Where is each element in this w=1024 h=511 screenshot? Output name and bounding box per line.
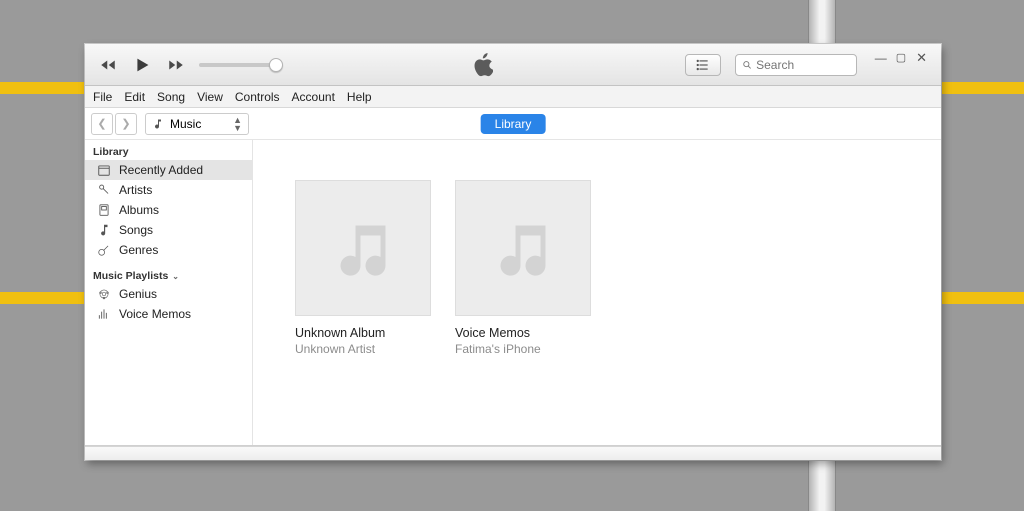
maximize-button[interactable]: ▢ xyxy=(896,51,906,64)
album-title: Unknown Album xyxy=(295,326,435,340)
player-toolbar: — ▢ ✕ xyxy=(85,44,941,86)
sidebar-item-genius[interactable]: Genius xyxy=(85,284,252,304)
album-art-placeholder xyxy=(455,180,591,316)
close-button[interactable]: ✕ xyxy=(916,50,927,66)
volume-slider[interactable] xyxy=(199,63,281,67)
search-icon xyxy=(742,59,752,71)
search-input[interactable] xyxy=(756,58,850,72)
sidebar-item-albums[interactable]: Albums xyxy=(85,200,252,220)
forward-button[interactable]: ❯ xyxy=(115,113,137,135)
sidebar-item-artists[interactable]: Artists xyxy=(85,180,252,200)
sidebar-heading-playlists[interactable]: Music Playlists ⌄ xyxy=(85,268,252,284)
memos-icon xyxy=(97,307,111,321)
menu-view[interactable]: View xyxy=(197,90,223,104)
sidebar-item-label: Genres xyxy=(119,243,158,257)
sidebar-item-label: Songs xyxy=(119,223,153,237)
album-icon xyxy=(97,203,111,217)
menu-song[interactable]: Song xyxy=(157,90,185,104)
playback-controls xyxy=(85,54,281,76)
sidebar-item-label: Recently Added xyxy=(119,163,203,177)
chevron-updown-icon: ▲▼ xyxy=(233,116,242,132)
music-note-icon xyxy=(333,218,393,278)
sidebar-item-voice-memos[interactable]: Voice Memos xyxy=(85,304,252,324)
menu-edit[interactable]: Edit xyxy=(124,90,145,104)
album-tile[interactable]: Unknown Album Unknown Artist xyxy=(295,180,435,356)
note-icon xyxy=(97,223,111,237)
album-subtitle: Unknown Artist xyxy=(295,342,435,356)
apple-logo-icon xyxy=(473,53,493,77)
previous-button[interactable] xyxy=(97,54,119,76)
album-title: Voice Memos xyxy=(455,326,595,340)
music-note-icon xyxy=(493,218,553,278)
menu-bar: File Edit Song View Controls Account Hel… xyxy=(85,86,941,108)
sidebar-item-recently-added[interactable]: Recently Added xyxy=(85,160,252,180)
volume-thumb[interactable] xyxy=(269,58,283,72)
guitar-icon xyxy=(97,243,111,257)
library-tab[interactable]: Library xyxy=(481,114,546,134)
chevron-down-icon: ⌄ xyxy=(172,272,179,281)
next-button[interactable] xyxy=(165,54,187,76)
mic-icon xyxy=(97,183,111,197)
sidebar-item-label: Albums xyxy=(119,203,159,217)
album-tile[interactable]: Voice Memos Fatima's iPhone xyxy=(455,180,595,356)
window-controls: — ▢ ✕ xyxy=(871,50,931,80)
back-button[interactable]: ❮ xyxy=(91,113,113,135)
sidebar-item-genres[interactable]: Genres xyxy=(85,240,252,260)
media-picker-dropdown[interactable]: Music ▲▼ xyxy=(145,113,249,135)
sidebar-item-label: Genius xyxy=(119,287,157,301)
search-field[interactable] xyxy=(735,54,857,76)
window-body: Library Recently Added Artists Albums So… xyxy=(85,140,941,446)
menu-account[interactable]: Account xyxy=(292,90,335,104)
menu-help[interactable]: Help xyxy=(347,90,372,104)
content-area: Unknown Album Unknown Artist Voice Memos… xyxy=(253,140,941,445)
right-controls: — ▢ ✕ xyxy=(685,50,941,80)
list-view-button[interactable] xyxy=(685,54,721,76)
genius-icon xyxy=(97,287,111,301)
media-picker-label: Music xyxy=(170,117,201,131)
now-playing-display xyxy=(287,44,679,85)
menu-controls[interactable]: Controls xyxy=(235,90,280,104)
album-art-placeholder xyxy=(295,180,431,316)
sidebar-item-label: Artists xyxy=(119,183,152,197)
sidebar-item-label: Voice Memos xyxy=(119,307,191,321)
status-bar xyxy=(85,446,941,460)
music-note-icon xyxy=(152,118,164,130)
album-subtitle: Fatima's iPhone xyxy=(455,342,595,356)
sub-toolbar: ❮ ❯ Music ▲▼ Library xyxy=(85,108,941,140)
minimize-button[interactable]: — xyxy=(875,51,886,65)
calendar-icon xyxy=(97,163,111,177)
sidebar: Library Recently Added Artists Albums So… xyxy=(85,140,253,445)
itunes-window: — ▢ ✕ File Edit Song View Controls Accou… xyxy=(85,44,941,460)
sidebar-item-songs[interactable]: Songs xyxy=(85,220,252,240)
play-button[interactable] xyxy=(131,54,153,76)
menu-file[interactable]: File xyxy=(93,90,112,104)
sidebar-heading-library: Library xyxy=(85,144,252,160)
